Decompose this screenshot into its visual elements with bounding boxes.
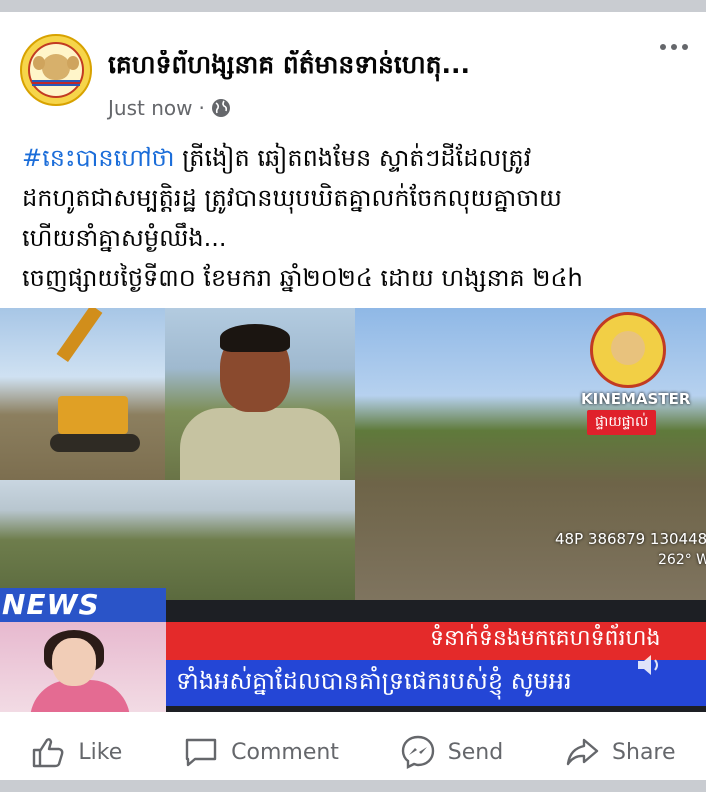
- man-shirt: [180, 408, 340, 480]
- live-badge: ផ្ទាយផ្ទាល់: [587, 410, 657, 435]
- thumbs-up-icon: [33, 738, 64, 768]
- share-label: Share: [612, 739, 676, 765]
- share-arrow-icon: [566, 738, 599, 766]
- more-options-icon[interactable]: [660, 44, 688, 50]
- page-avatar[interactable]: [20, 34, 92, 106]
- messenger-icon: [401, 735, 434, 769]
- post-card: គេហទំព័ហង្សនាគ ព័ត៌មានទាន់ហេតុ... Just n…: [0, 12, 706, 780]
- hashtag-link[interactable]: #នេះបានហៅថា: [22, 144, 175, 172]
- gps-coordinates: 48P 386879 130448: [555, 530, 706, 548]
- post-timestamp[interactable]: Just now: [108, 96, 192, 120]
- post-text-segment: ចេញផ្សាយថ្ងៃទី៣០ ខែមករា ឆ្នាំ២០២៤ ដោយ ហង…: [22, 264, 583, 292]
- post-text-segment: ត្រីងៀត ឆៀតពងមែន ស្ទាត់ៗដីដែលត្រូវ: [174, 144, 532, 172]
- globe-icon: [211, 99, 230, 117]
- excavator-track: [50, 434, 140, 452]
- post-text-line: ហើយនាំគ្នាសម្ងំឈឹង...: [22, 218, 694, 258]
- excavator-body: [58, 396, 128, 434]
- excavator-arm: [56, 308, 103, 362]
- comment-label: Comment: [231, 739, 339, 765]
- presenter-face: [52, 638, 96, 686]
- ticker-bottom-text: ទាំងអស់គ្នាដែលបានគាំទ្រផេករបស់ខ្ញុំ សូមអ…: [176, 667, 572, 695]
- cleared-land-photo: KINEMASTER ផ្ទាយផ្ទាល់ 48P 386879 130448…: [355, 308, 706, 600]
- comment-icon: [185, 738, 217, 767]
- post-text: #នេះបានហៅថា ត្រីងៀត ឆៀតពងមែន ស្ទាត់ៗដីដែ…: [22, 138, 694, 298]
- forest-photo: [0, 480, 355, 600]
- gps-bearing: 262° W: [658, 552, 706, 568]
- post-video[interactable]: KINEMASTER ផ្ទាយផ្ទាល់ 48P 386879 130448…: [0, 308, 706, 712]
- avatar-logo-mascot: [33, 54, 79, 80]
- post-text-segment: ហើយនាំគ្នាសម្ងំឈឹង...: [22, 224, 227, 252]
- channel-logo: [590, 312, 666, 388]
- post-text-line: #នេះបានហៅថា ត្រីងៀត ឆៀតពងមែន ស្ទាត់ៗដីដែ…: [22, 138, 694, 178]
- ticker-top-text: ទំនាក់ទំនងមកគេហទំព័រហង: [430, 626, 661, 651]
- page-name[interactable]: គេហទំព័ហង្សនាគ ព័ត៌មានទាន់ហេតុ...: [108, 50, 578, 86]
- man-photo: [165, 308, 355, 480]
- presenter-photo: [0, 622, 166, 712]
- kinemaster-watermark: KINEMASTER: [581, 390, 691, 408]
- more-dot: [660, 44, 666, 50]
- meta-separator: ·: [198, 96, 205, 120]
- more-dot: [671, 44, 677, 50]
- avatar-logo-flag-stripe: [32, 82, 80, 84]
- post-meta: Just now ·: [108, 96, 231, 120]
- excavator-photo: [0, 308, 165, 480]
- excavator-illustration: [50, 308, 148, 458]
- news-label: NEWS: [2, 588, 100, 621]
- man-hair: [220, 324, 290, 352]
- post-actions-bar: Like Comment Send Share: [0, 722, 706, 780]
- more-dot: [682, 44, 688, 50]
- volume-icon[interactable]: [636, 652, 664, 678]
- send-label: Send: [447, 739, 504, 765]
- share-button[interactable]: Share: [564, 734, 676, 770]
- post-text-line: ចេញផ្សាយថ្ងៃទី៣០ ខែមករា ឆ្នាំ២០២៤ ដោយ ហង…: [22, 258, 694, 298]
- post-text-line: ដកហូតជាសម្បត្តិរដ្ឋ ត្រូវបានឃុបឃិតគ្នាលក…: [22, 178, 694, 218]
- send-button[interactable]: Send: [400, 734, 503, 770]
- like-label: Like: [78, 739, 123, 765]
- like-button[interactable]: Like: [30, 734, 122, 770]
- comment-button[interactable]: Comment: [183, 734, 339, 770]
- post-text-segment: ដកហូតជាសម្បត្តិរដ្ឋ ត្រូវបានឃុបឃិតគ្នាលក…: [22, 184, 562, 212]
